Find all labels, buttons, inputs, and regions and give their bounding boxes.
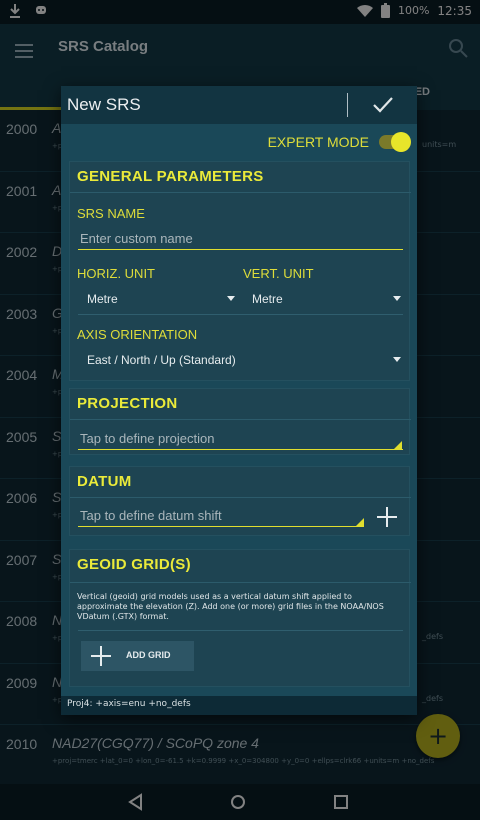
chevron-down-icon[interactable] (227, 296, 235, 301)
toggle-knob (391, 132, 411, 152)
general-parameters-title: GENERAL PARAMETERS (77, 168, 264, 185)
srs-name-input[interactable]: Enter custom name (80, 231, 402, 246)
datum-title: DATUM (77, 473, 132, 490)
vert-unit-select[interactable]: Metre (252, 292, 283, 306)
vert-unit-label: VERT. UNIT (243, 266, 314, 281)
plus-icon (91, 646, 111, 666)
geoid-divider (78, 630, 403, 631)
proj4-footer: Proj4: +axis=enu +no_defs (61, 696, 417, 715)
srs-name-underline (78, 249, 403, 250)
geoid-grids-card: GEOID GRID(S) Vertical (geoid) grid mode… (69, 549, 411, 687)
add-grid-label: ADD GRID (126, 650, 171, 660)
chevron-down-icon[interactable] (393, 357, 401, 362)
projection-title: PROJECTION (77, 395, 178, 412)
datum-field[interactable]: Tap to define datum shift (80, 508, 222, 523)
geoid-description: Vertical (geoid) grid models used as a v… (77, 592, 384, 621)
add-grid-button[interactable]: ADD GRID (81, 641, 194, 671)
dropdown-corner-icon (356, 518, 364, 526)
datum-card: DATUM Tap to define datum shift (69, 466, 411, 536)
expert-mode-row: EXPERT MODE (267, 132, 411, 152)
dialog-title: New SRS (67, 95, 141, 114)
projection-underline (78, 449, 403, 450)
expert-mode-label: EXPERT MODE (267, 134, 369, 150)
horiz-unit-select[interactable]: Metre (87, 292, 118, 306)
axis-orientation-select[interactable]: East / North / Up (Standard) (87, 353, 236, 367)
card-divider (70, 582, 411, 583)
projection-field[interactable]: Tap to define projection (80, 431, 214, 446)
chevron-down-icon[interactable] (393, 296, 401, 301)
axis-orientation-label: AXIS ORIENTATION (77, 327, 198, 342)
general-parameters-card: GENERAL PARAMETERS SRS NAME Enter custom… (69, 161, 411, 381)
projection-card[interactable]: PROJECTION Tap to define projection (69, 388, 411, 455)
dropdown-corner-icon (394, 441, 402, 449)
header-divider (347, 93, 348, 117)
add-datum-plus-icon[interactable] (375, 505, 399, 529)
proj4-string: Proj4: +axis=enu +no_defs (67, 699, 191, 709)
srs-name-label: SRS NAME (77, 206, 145, 221)
card-divider (70, 497, 411, 498)
horiz-unit-label: HORIZ. UNIT (77, 266, 155, 281)
datum-underline (78, 526, 364, 527)
dialog-header: New SRS (61, 86, 417, 124)
card-divider (70, 192, 411, 193)
geoid-grids-title: GEOID GRID(S) (77, 556, 191, 573)
unit-divider (78, 314, 403, 315)
expert-mode-toggle[interactable] (379, 132, 411, 152)
new-srs-dialog: New SRS EXPERT MODE GENERAL PARAMETERS S… (61, 86, 417, 715)
card-divider (70, 419, 411, 420)
confirm-check-icon[interactable] (371, 93, 395, 117)
